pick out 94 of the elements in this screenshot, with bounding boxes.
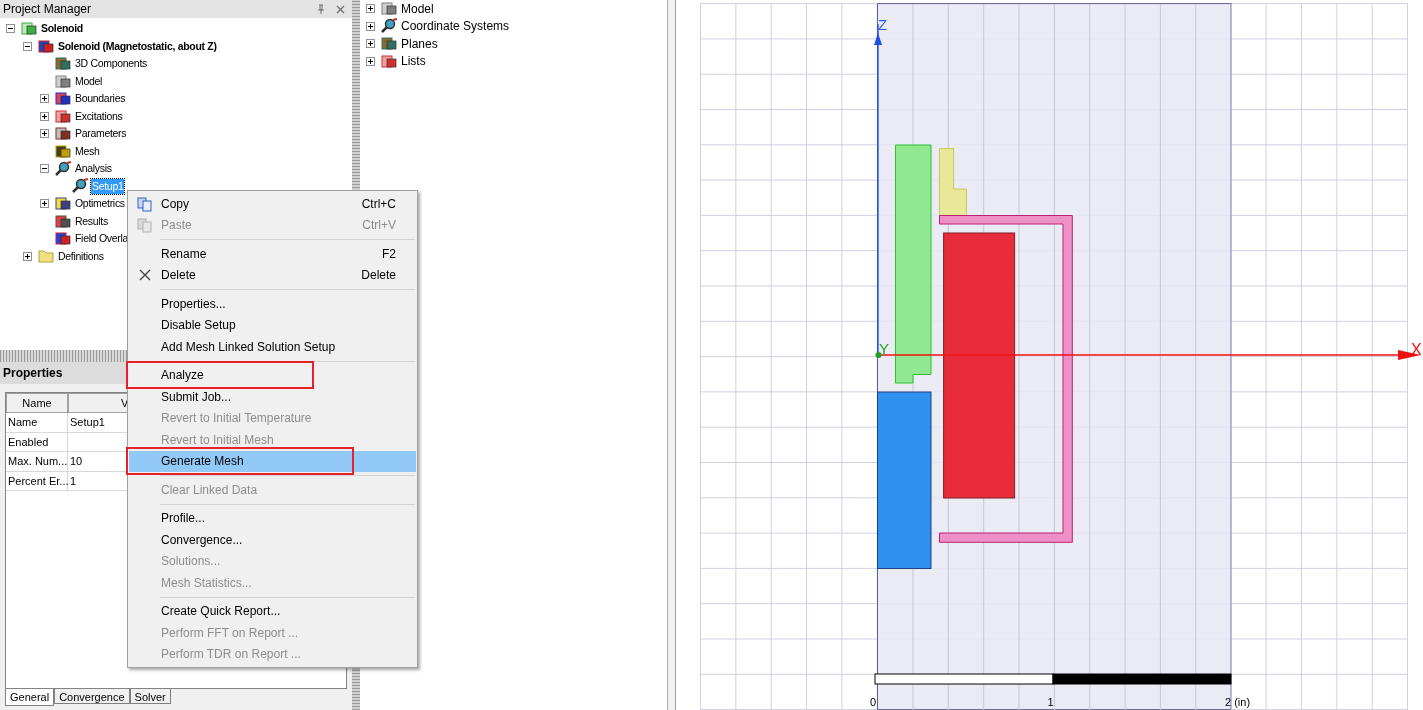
menu-item[interactable]: Generate Mesh xyxy=(129,450,416,472)
tree-item[interactable]: Parameters xyxy=(74,126,128,142)
menu-item[interactable]: Submit Job... xyxy=(129,386,416,408)
menu-item-label: Mesh Statistics... xyxy=(161,575,252,590)
menu-item-label: Perform TDR on Report ... xyxy=(161,647,301,662)
expand-toggle[interactable] xyxy=(366,56,375,66)
scale-label: 2 (in) xyxy=(1225,696,1251,708)
tree-item[interactable]: Coordinate Systems xyxy=(401,17,510,36)
collapse-toggle[interactable] xyxy=(40,164,49,174)
tree-item[interactable]: Model xyxy=(74,73,104,89)
panel-title: Project Manager xyxy=(3,1,93,18)
table-cell: Percent Er... xyxy=(6,471,68,490)
table-cell: Name xyxy=(6,413,68,432)
menu-item[interactable]: Create Quick Report... xyxy=(129,600,416,622)
shortcut-label: Delete xyxy=(361,267,397,285)
menu-item-label: Revert to Initial Temperature xyxy=(161,411,312,426)
shortcut-label: F2 xyxy=(382,245,397,263)
menu-item-label: Delete xyxy=(161,268,196,283)
tab[interactable]: Convergence xyxy=(54,689,130,704)
expand-toggle[interactable] xyxy=(366,21,375,31)
menu-item-label: Submit Job... xyxy=(161,389,232,404)
expand-toggle[interactable] xyxy=(23,251,32,261)
tree-item[interactable]: Boundaries xyxy=(74,91,127,107)
collapse-toggle[interactable] xyxy=(23,41,32,51)
magnifier-icon xyxy=(380,18,398,35)
menu-item-label: Analyze xyxy=(161,368,204,383)
expand-toggle[interactable] xyxy=(366,39,375,49)
menu-item-label: Perform FFT on Report ... xyxy=(161,625,299,640)
expand-toggle[interactable] xyxy=(40,129,49,139)
table-cell: Max. Num... xyxy=(6,452,68,471)
menu-item[interactable]: Profile... xyxy=(129,507,416,529)
shortcut-label: Ctrl+C xyxy=(361,195,397,213)
tree-item[interactable]: Planes xyxy=(401,34,438,53)
menu-item[interactable]: Delete Delete xyxy=(129,264,416,286)
expand-toggle[interactable] xyxy=(40,94,49,104)
menu-item-label: Generate Mesh xyxy=(161,454,244,469)
scale-label: 0 xyxy=(870,696,877,708)
tree-item[interactable]: Results xyxy=(74,213,109,229)
close-icon[interactable] xyxy=(336,4,345,14)
table-cell-text: 10 xyxy=(69,454,84,469)
column-header[interactable]: Name xyxy=(6,393,68,413)
tree-item[interactable]: Lists xyxy=(401,52,426,71)
origin-dot xyxy=(875,352,882,358)
expand-toggle[interactable] xyxy=(40,111,49,121)
shortcut-label: Ctrl+V xyxy=(362,217,397,235)
menu-item-label: Paste xyxy=(161,218,192,233)
magnifier-icon xyxy=(71,178,89,195)
menu-item[interactable]: Add Mesh Linked Solution Setup xyxy=(129,336,416,358)
scale-label: 1 xyxy=(1047,696,1054,708)
tree-item[interactable]: Optimetrics xyxy=(74,196,126,212)
menu-item[interactable]: Properties... xyxy=(129,293,416,315)
menu-item-label: Profile... xyxy=(161,511,205,526)
menu-item[interactable]: Rename F2 xyxy=(129,243,416,265)
menu-item[interactable]: Copy Ctrl+C xyxy=(129,193,416,215)
tree-item[interactable]: Solenoid (Magnetostatic, about Z) xyxy=(57,38,218,54)
copy-icon xyxy=(137,195,153,212)
menu-item-label: Revert to Initial Mesh xyxy=(161,432,274,447)
menu-item-label: Rename xyxy=(161,246,207,261)
menu-item-label: Solutions... xyxy=(161,554,221,569)
tree-item[interactable]: Mesh xyxy=(74,143,101,159)
menu-item-label: Disable Setup xyxy=(161,318,236,333)
tab[interactable]: General xyxy=(5,689,55,706)
magnifier-icon xyxy=(54,160,72,177)
menu-item[interactable]: Analyze xyxy=(129,364,416,386)
table-cell: Enabled xyxy=(6,432,68,451)
tree-item[interactable]: Analysis xyxy=(74,161,113,177)
table-cell-text: Setup1 xyxy=(69,415,106,430)
collapse-toggle[interactable] xyxy=(6,24,15,34)
panel-title: Properties xyxy=(3,365,63,382)
expand-toggle[interactable] xyxy=(40,199,49,209)
tab[interactable]: Solver xyxy=(129,689,171,704)
tree-item[interactable]: Excitations xyxy=(74,108,124,124)
menu-item-label: Convergence... xyxy=(161,532,243,547)
tree-item[interactable]: Model xyxy=(401,0,434,18)
table-cell-text: 1 xyxy=(69,473,78,489)
folder-icon xyxy=(38,249,54,264)
axis-label: Z xyxy=(878,16,888,33)
tree-item[interactable]: Solenoid xyxy=(40,21,84,37)
menu-item-label: Add Mesh Linked Solution Setup xyxy=(161,339,336,354)
tree-item[interactable]: 3D Components xyxy=(74,56,148,72)
menu-item-label: Create Quick Report... xyxy=(161,604,281,619)
axis-label: X xyxy=(1411,341,1422,358)
axis-label: Y xyxy=(879,340,889,357)
menu-item[interactable]: Convergence... xyxy=(129,529,416,551)
menu-item-label: Clear Linked Data xyxy=(161,482,258,497)
pin-icon[interactable] xyxy=(316,4,326,14)
close-icon xyxy=(139,269,151,282)
paste-icon xyxy=(137,217,153,234)
menu-item-label: Properties... xyxy=(161,296,226,311)
menu-item[interactable]: Disable Setup xyxy=(129,314,416,336)
menu-item-label: Copy xyxy=(161,196,189,211)
expand-toggle[interactable] xyxy=(366,4,375,14)
tree-item[interactable]: Definitions xyxy=(57,248,105,264)
stopper-shape xyxy=(939,148,967,216)
